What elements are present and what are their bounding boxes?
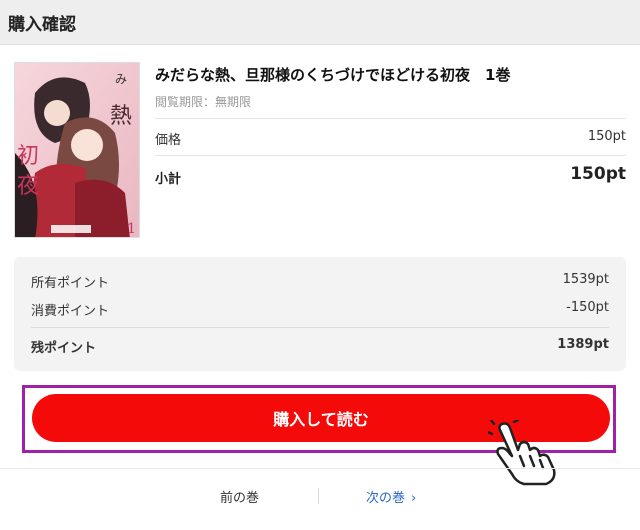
next-volume-link[interactable]: 次の巻 ›: [366, 487, 416, 506]
svg-text:夜: 夜: [17, 174, 39, 199]
book-title: みだらな熱、旦那様のくちづけでほどける初夜 1巻: [155, 66, 511, 84]
price-value: 150pt: [587, 129, 626, 144]
remaining-points-value: 1389pt: [557, 337, 609, 352]
divider: [31, 327, 609, 328]
consumed-points-label: 消費ポイント: [31, 304, 110, 319]
remaining-points-label: 残ポイント: [31, 341, 97, 356]
divider: [0, 468, 640, 469]
page-header: 購入確認: [0, 0, 640, 45]
svg-text:1: 1: [127, 221, 136, 237]
points-summary: 所有ポイント 1539pt 消費ポイント -150pt 残ポイント 1389pt: [14, 257, 626, 371]
divider: [155, 155, 626, 156]
subtotal-label: 小計: [155, 172, 182, 187]
owned-points-value: 1539pt: [562, 272, 609, 287]
next-volume-label: 次の巻: [366, 491, 406, 506]
pointing-hand-icon: [486, 418, 562, 486]
reading-limit: 閲覧期限：無期限: [155, 95, 252, 109]
divider: [318, 488, 319, 504]
page-title: 購入確認: [8, 15, 76, 35]
chevron-right-icon: ›: [411, 491, 417, 506]
consumed-points-value: -150pt: [566, 300, 609, 315]
price-label: 価格: [155, 133, 182, 148]
owned-points-label: 所有ポイント: [31, 276, 110, 291]
book-cover-image: み 熱 初 夜 1: [14, 62, 140, 238]
divider: [155, 118, 626, 119]
svg-text:熱: 熱: [110, 104, 132, 129]
prev-volume-link[interactable]: 前の巻: [220, 487, 259, 506]
svg-text:み: み: [115, 72, 127, 86]
svg-text:初: 初: [17, 144, 39, 169]
subtotal-value: 150pt: [570, 164, 626, 184]
